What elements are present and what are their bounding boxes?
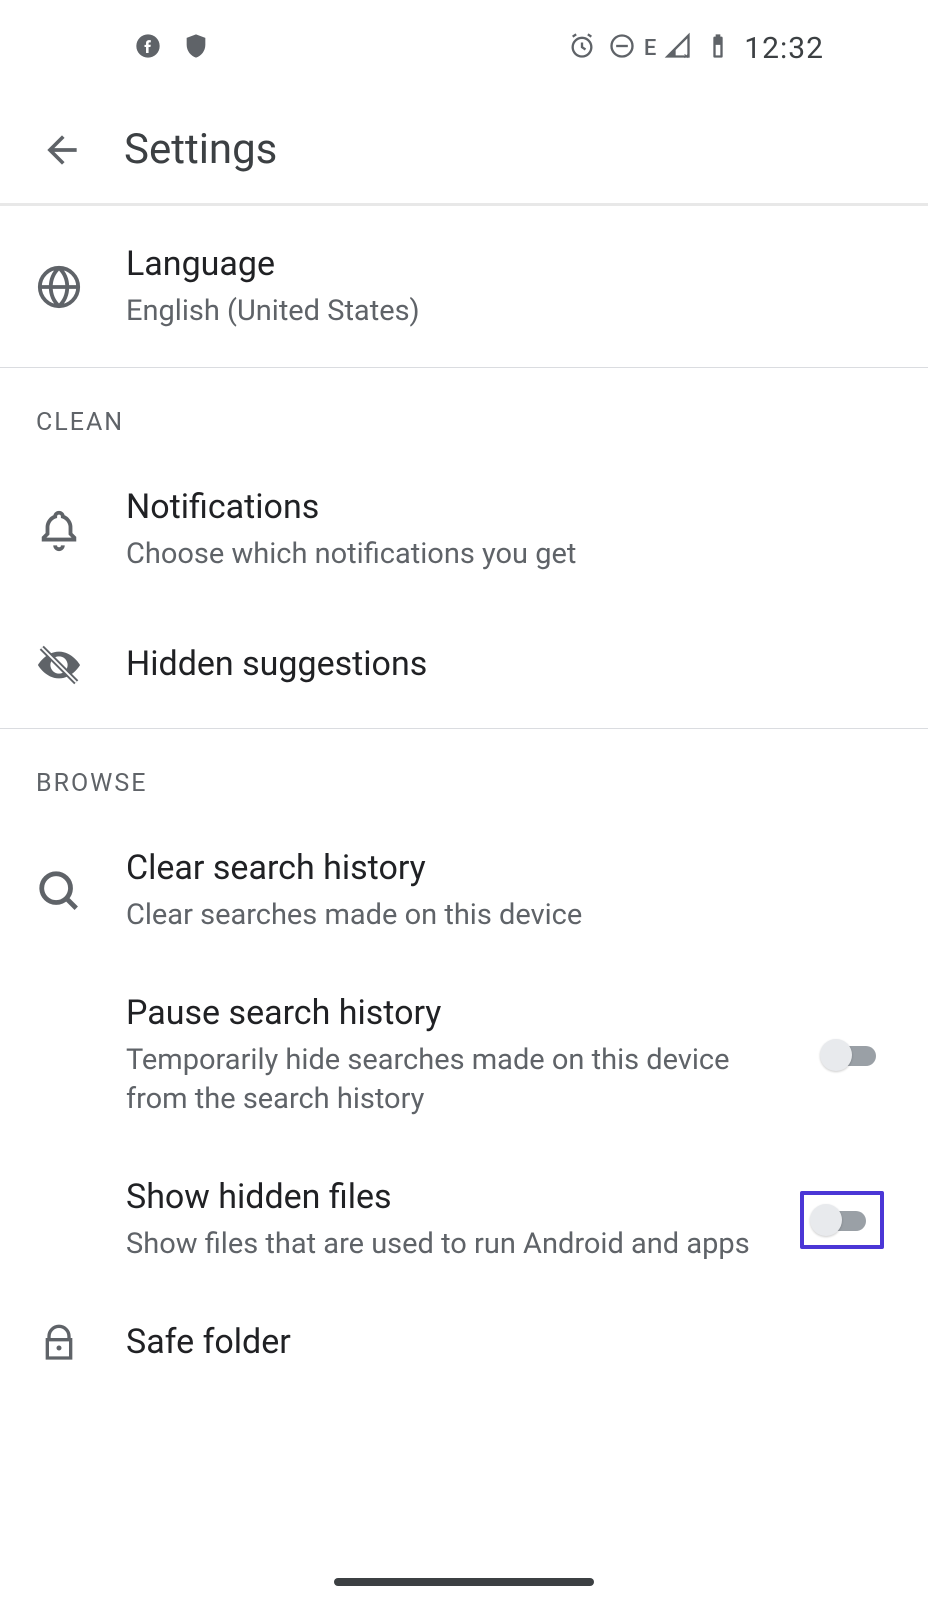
clear-search-history-row[interactable]: Clear search history Clear searches made… — [0, 818, 928, 963]
notifications-row[interactable]: Notifications Choose which notifications… — [0, 457, 928, 602]
battery-icon — [704, 32, 732, 64]
shield-icon — [182, 32, 210, 64]
safe-folder-row[interactable]: Safe folder — [0, 1292, 928, 1394]
show-hidden-files-toggle[interactable] — [810, 1201, 874, 1239]
lock-icon — [36, 1320, 82, 1366]
notifications-title: Notifications — [126, 485, 892, 531]
status-bar: E × 12:32 — [0, 0, 928, 96]
section-header-clean: CLEAN — [0, 368, 928, 457]
spacer — [36, 1197, 82, 1243]
facebook-icon — [134, 32, 162, 64]
svg-text:×: × — [684, 51, 689, 60]
app-bar: Settings — [0, 96, 928, 206]
back-button[interactable] — [40, 128, 84, 172]
show-hidden-files-row[interactable]: Show hidden files Show files that are us… — [0, 1147, 928, 1292]
globe-icon — [36, 264, 82, 310]
eye-off-icon — [36, 642, 82, 688]
pause-search-title: Pause search history — [126, 991, 776, 1037]
search-icon — [36, 868, 82, 914]
hidden-suggestions-title: Hidden suggestions — [126, 642, 892, 688]
status-time: 12:32 — [744, 31, 824, 66]
pause-search-history-row[interactable]: Pause search history Temporarily hide se… — [0, 963, 928, 1147]
bell-icon — [36, 507, 82, 553]
highlight-box — [800, 1191, 884, 1249]
network-type-indicator: E — [644, 36, 656, 61]
show-hidden-sub: Show files that are used to run Android … — [126, 1225, 756, 1264]
pause-search-sub: Temporarily hide searches made on this d… — [126, 1041, 776, 1119]
hidden-suggestions-row[interactable]: Hidden suggestions — [0, 602, 928, 728]
alarm-icon — [568, 32, 596, 64]
notifications-sub: Choose which notifications you get — [126, 535, 892, 574]
language-title: Language — [126, 242, 892, 288]
safe-folder-title: Safe folder — [126, 1320, 892, 1366]
show-hidden-title: Show hidden files — [126, 1175, 756, 1221]
section-header-browse: BROWSE — [0, 729, 928, 818]
clear-search-sub: Clear searches made on this device — [126, 896, 892, 935]
clear-search-title: Clear search history — [126, 846, 892, 892]
signal-icon: × — [664, 32, 692, 64]
language-value: English (United States) — [126, 292, 892, 331]
do-not-disturb-icon — [608, 32, 636, 64]
spacer — [36, 1032, 82, 1078]
pause-search-toggle[interactable] — [820, 1036, 884, 1074]
page-title: Settings — [124, 125, 277, 174]
language-row[interactable]: Language English (United States) — [0, 206, 928, 367]
gesture-bar[interactable] — [334, 1578, 594, 1586]
